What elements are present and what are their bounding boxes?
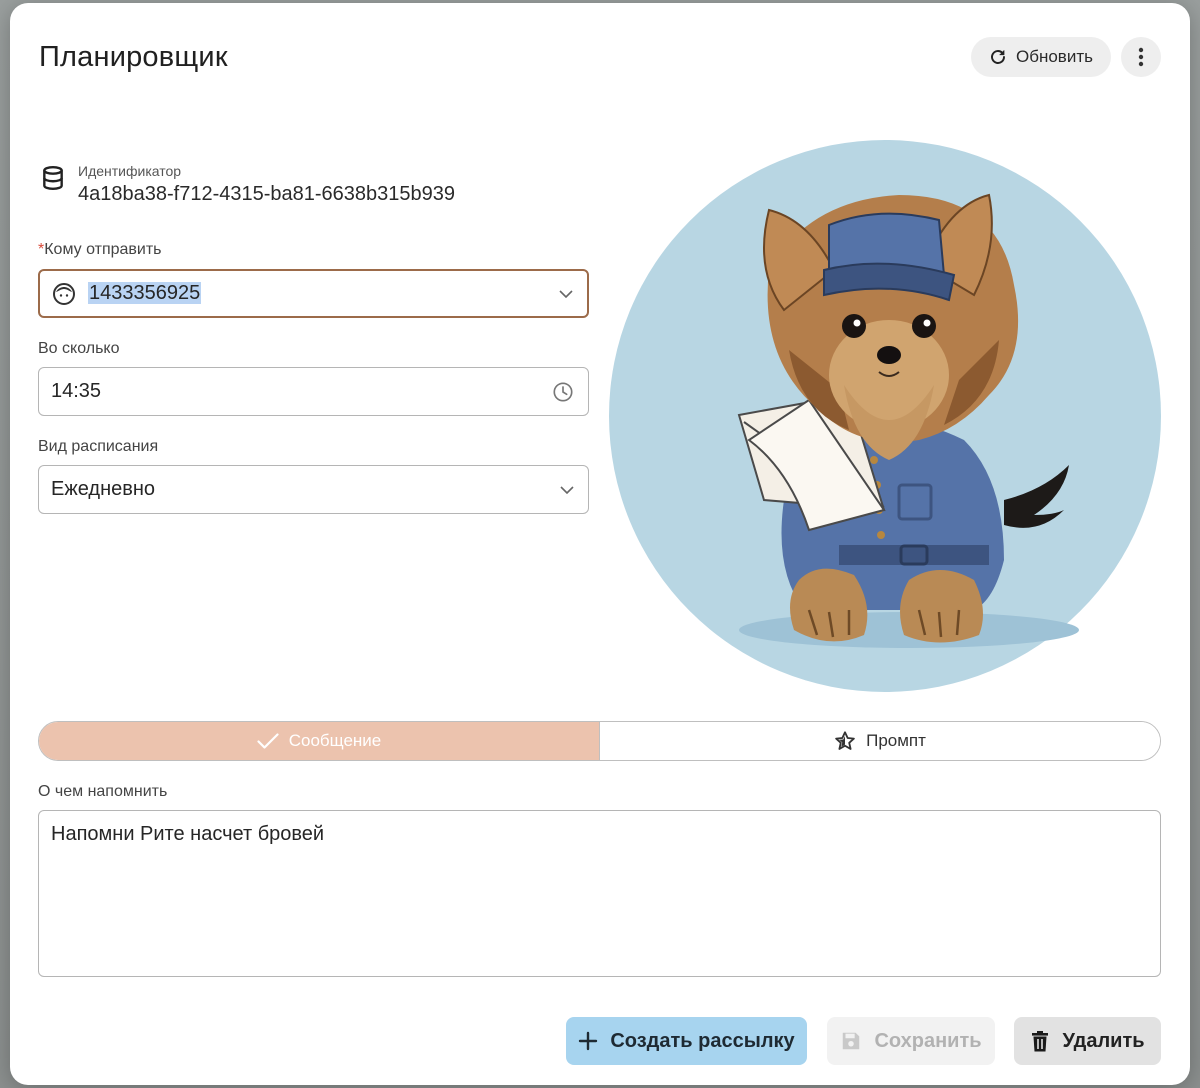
recipient-select[interactable]: 1433356925 — [38, 269, 589, 318]
tab-prompt[interactable]: Промпт — [600, 722, 1160, 760]
identifier-label: Идентификатор — [78, 163, 182, 179]
delete-button[interactable]: Удалить — [1014, 1017, 1161, 1065]
schedule-label: Вид расписания — [38, 438, 159, 455]
schedule-select[interactable]: Ежедневно — [38, 465, 589, 514]
chevron-down-icon[interactable] — [560, 485, 574, 494]
more-vertical-icon — [1138, 47, 1144, 67]
refresh-icon — [991, 50, 1005, 64]
check-icon — [257, 733, 279, 749]
tab-message[interactable]: Сообщение — [39, 722, 600, 760]
clock-icon[interactable] — [552, 381, 574, 403]
recipient-value: 1433356925 — [88, 282, 202, 304]
scheduler-dialog: Планировщик Обновить Идентификатор 4a18b… — [10, 3, 1190, 1085]
refresh-button[interactable]: Обновить — [971, 37, 1111, 77]
reminder-label: О чем напомнить — [38, 783, 168, 800]
identifier-value: 4a18ba38-f712-4315-ba81-6638b315b939 — [78, 183, 456, 205]
database-icon — [43, 165, 63, 191]
chevron-down-icon[interactable] — [559, 289, 573, 298]
dog-postman-avatar — [609, 140, 1162, 693]
user-face-icon — [53, 282, 75, 305]
schedule-value: Ежедневно — [51, 478, 156, 500]
tab-message-label: Сообщение — [288, 731, 382, 750]
recipient-label: *Кому отправить — [38, 241, 162, 259]
dialog-title: Планировщик — [39, 41, 228, 73]
more-options-button[interactable] — [1121, 37, 1161, 77]
floppy-disk-icon — [843, 1032, 860, 1050]
create-mailing-button[interactable]: Создать рассылку — [566, 1017, 807, 1065]
tab-prompt-label: Промпт — [866, 731, 926, 750]
delete-label: Удалить — [1062, 1029, 1145, 1052]
time-input[interactable]: 14:35 — [38, 367, 589, 416]
recipient-label-text: Кому отправить — [44, 241, 162, 258]
mode-toggle: Сообщение Промпт — [38, 721, 1161, 761]
create-mailing-label: Создать рассылку — [610, 1029, 795, 1052]
plus-icon — [579, 1031, 598, 1051]
save-label: Сохранить — [874, 1029, 982, 1052]
save-button[interactable]: Сохранить — [827, 1017, 995, 1065]
trash-icon — [1032, 1031, 1049, 1052]
time-value: 14:35 — [51, 380, 102, 402]
star-icon — [835, 731, 855, 750]
reminder-textarea[interactable]: Напомни Рите насчет бровей — [38, 810, 1161, 977]
refresh-label: Обновить — [1016, 47, 1093, 66]
time-label: Во сколько — [38, 340, 120, 357]
